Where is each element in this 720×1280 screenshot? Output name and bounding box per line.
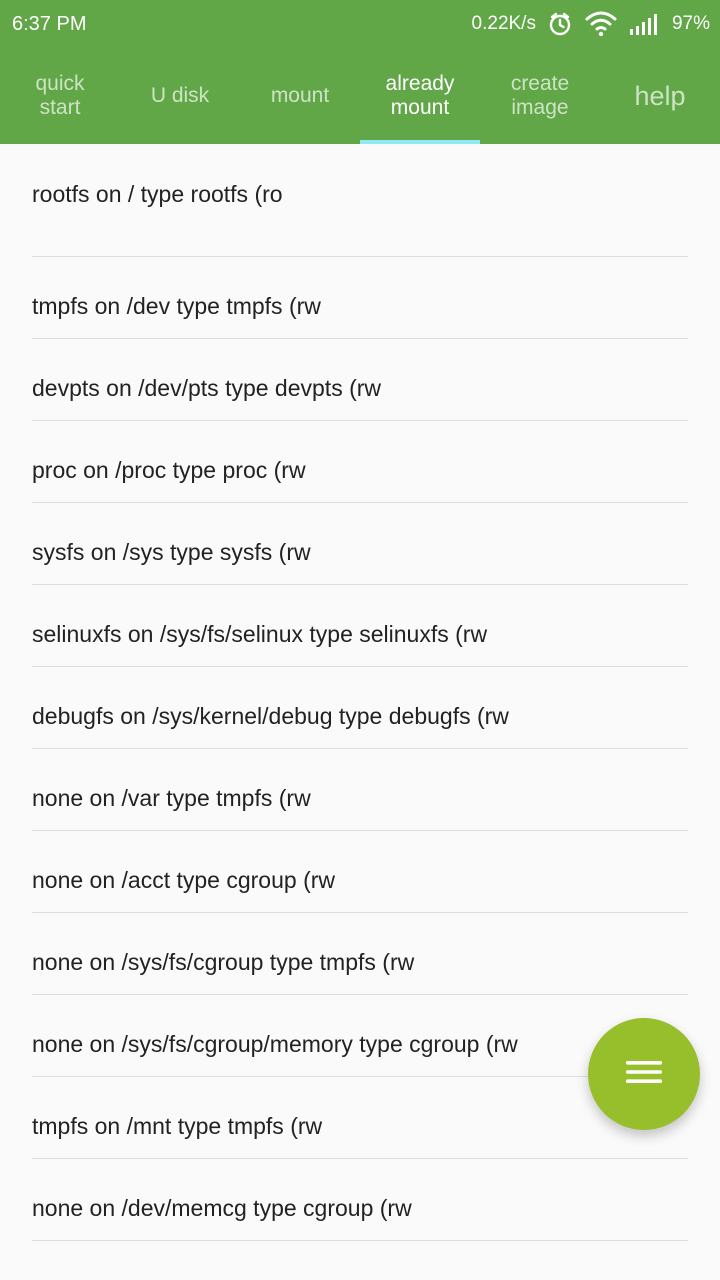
mount-entry-text: rootfs on / type rootfs (ro [32, 181, 283, 207]
mount-entry-text: none on /sys/fs/cgroup type tmpfs (rw [32, 949, 415, 975]
tab-label: U disk [150, 84, 210, 107]
mount-entry-text: devpts on /dev/pts type devpts (rw [32, 375, 382, 401]
tab-quick-start[interactable]: quick start [0, 48, 120, 144]
app-screen: 6:37 PM 0.22K/s 97% quick start U disk m… [0, 0, 720, 1280]
signal-icon [628, 11, 662, 37]
network-speed: 0.22K/s [471, 13, 536, 34]
mount-list-item[interactable]: none on /acct type cgroup (rw [32, 831, 688, 913]
tab-already-mount[interactable]: already mount [360, 48, 480, 144]
mount-list-item[interactable]: sysfs on /sys type sysfs (rw [32, 503, 688, 585]
mount-list-item[interactable]: none on /sys/fs/cgroup type tmpfs (rw [32, 913, 688, 995]
mount-entry-text: proc on /proc type proc (rw [32, 457, 306, 483]
status-time: 6:37 PM [12, 13, 87, 35]
mount-list-item[interactable]: none on /dev/memcg type cgroup (rw [32, 1159, 688, 1241]
mount-entry-text: sysfs on /sys type sysfs (rw [32, 539, 311, 565]
tab-u-disk[interactable]: U disk [120, 48, 240, 144]
tab-bar: quick start U disk mount already mount c… [0, 48, 720, 144]
tab-help[interactable]: help [600, 48, 720, 144]
wifi-icon [584, 10, 618, 38]
battery-level: 97% [671, 13, 710, 34]
tab-label: help [634, 81, 686, 111]
tab-create-image[interactable]: create image [480, 48, 600, 144]
menu-button[interactable] [588, 1018, 700, 1130]
tab-mount[interactable]: mount [240, 48, 360, 144]
mount-entry-text: none on /acct type cgroup (rw [32, 867, 335, 893]
mount-entry-text: tmpfs on /dev type tmpfs (rw [32, 293, 321, 319]
mount-list-item[interactable]: debugfs on /sys/kernel/debug type debugf… [32, 667, 688, 749]
menu-icon [624, 1058, 664, 1091]
mount-list-item[interactable]: selinuxfs on /sys/fs/selinux type selinu… [32, 585, 688, 667]
mount-entry-text: tmpfs on /mnt type tmpfs (rw [32, 1113, 323, 1139]
mount-entry-text: none on /sys/fs/cgroup/memory type cgrou… [32, 1031, 518, 1057]
mount-entry-text: none on /var type tmpfs (rw [32, 785, 311, 811]
status-right: 0.22K/s 97% [472, 10, 710, 38]
top-app-bar: 6:37 PM 0.22K/s 97% quick start U disk m… [0, 0, 720, 144]
mount-entry-text: debugfs on /sys/kernel/debug type debugf… [32, 703, 509, 729]
mount-list-item[interactable]: devpts on /dev/pts type devpts (rw [32, 339, 688, 421]
alarm-icon [546, 10, 574, 38]
tab-label: quick start [35, 72, 85, 119]
mount-list-item[interactable]: tmpfs on /dev type tmpfs (rw [32, 257, 688, 339]
mount-list-item[interactable]: proc on /proc type proc (rw [32, 421, 688, 503]
mount-entry-text: selinuxfs on /sys/fs/selinux type selinu… [32, 621, 488, 647]
mount-list-item[interactable]: rootfs on / type rootfs (ro [32, 144, 688, 257]
status-bar: 6:37 PM 0.22K/s 97% [0, 0, 720, 48]
mount-list-item[interactable]: none on /var type tmpfs (rw [32, 749, 688, 831]
mount-entry-text: none on /dev/memcg type cgroup (rw [32, 1195, 412, 1221]
tab-label: create image [510, 72, 570, 119]
tab-label: mount [270, 84, 330, 107]
tab-label: already mount [385, 72, 455, 119]
